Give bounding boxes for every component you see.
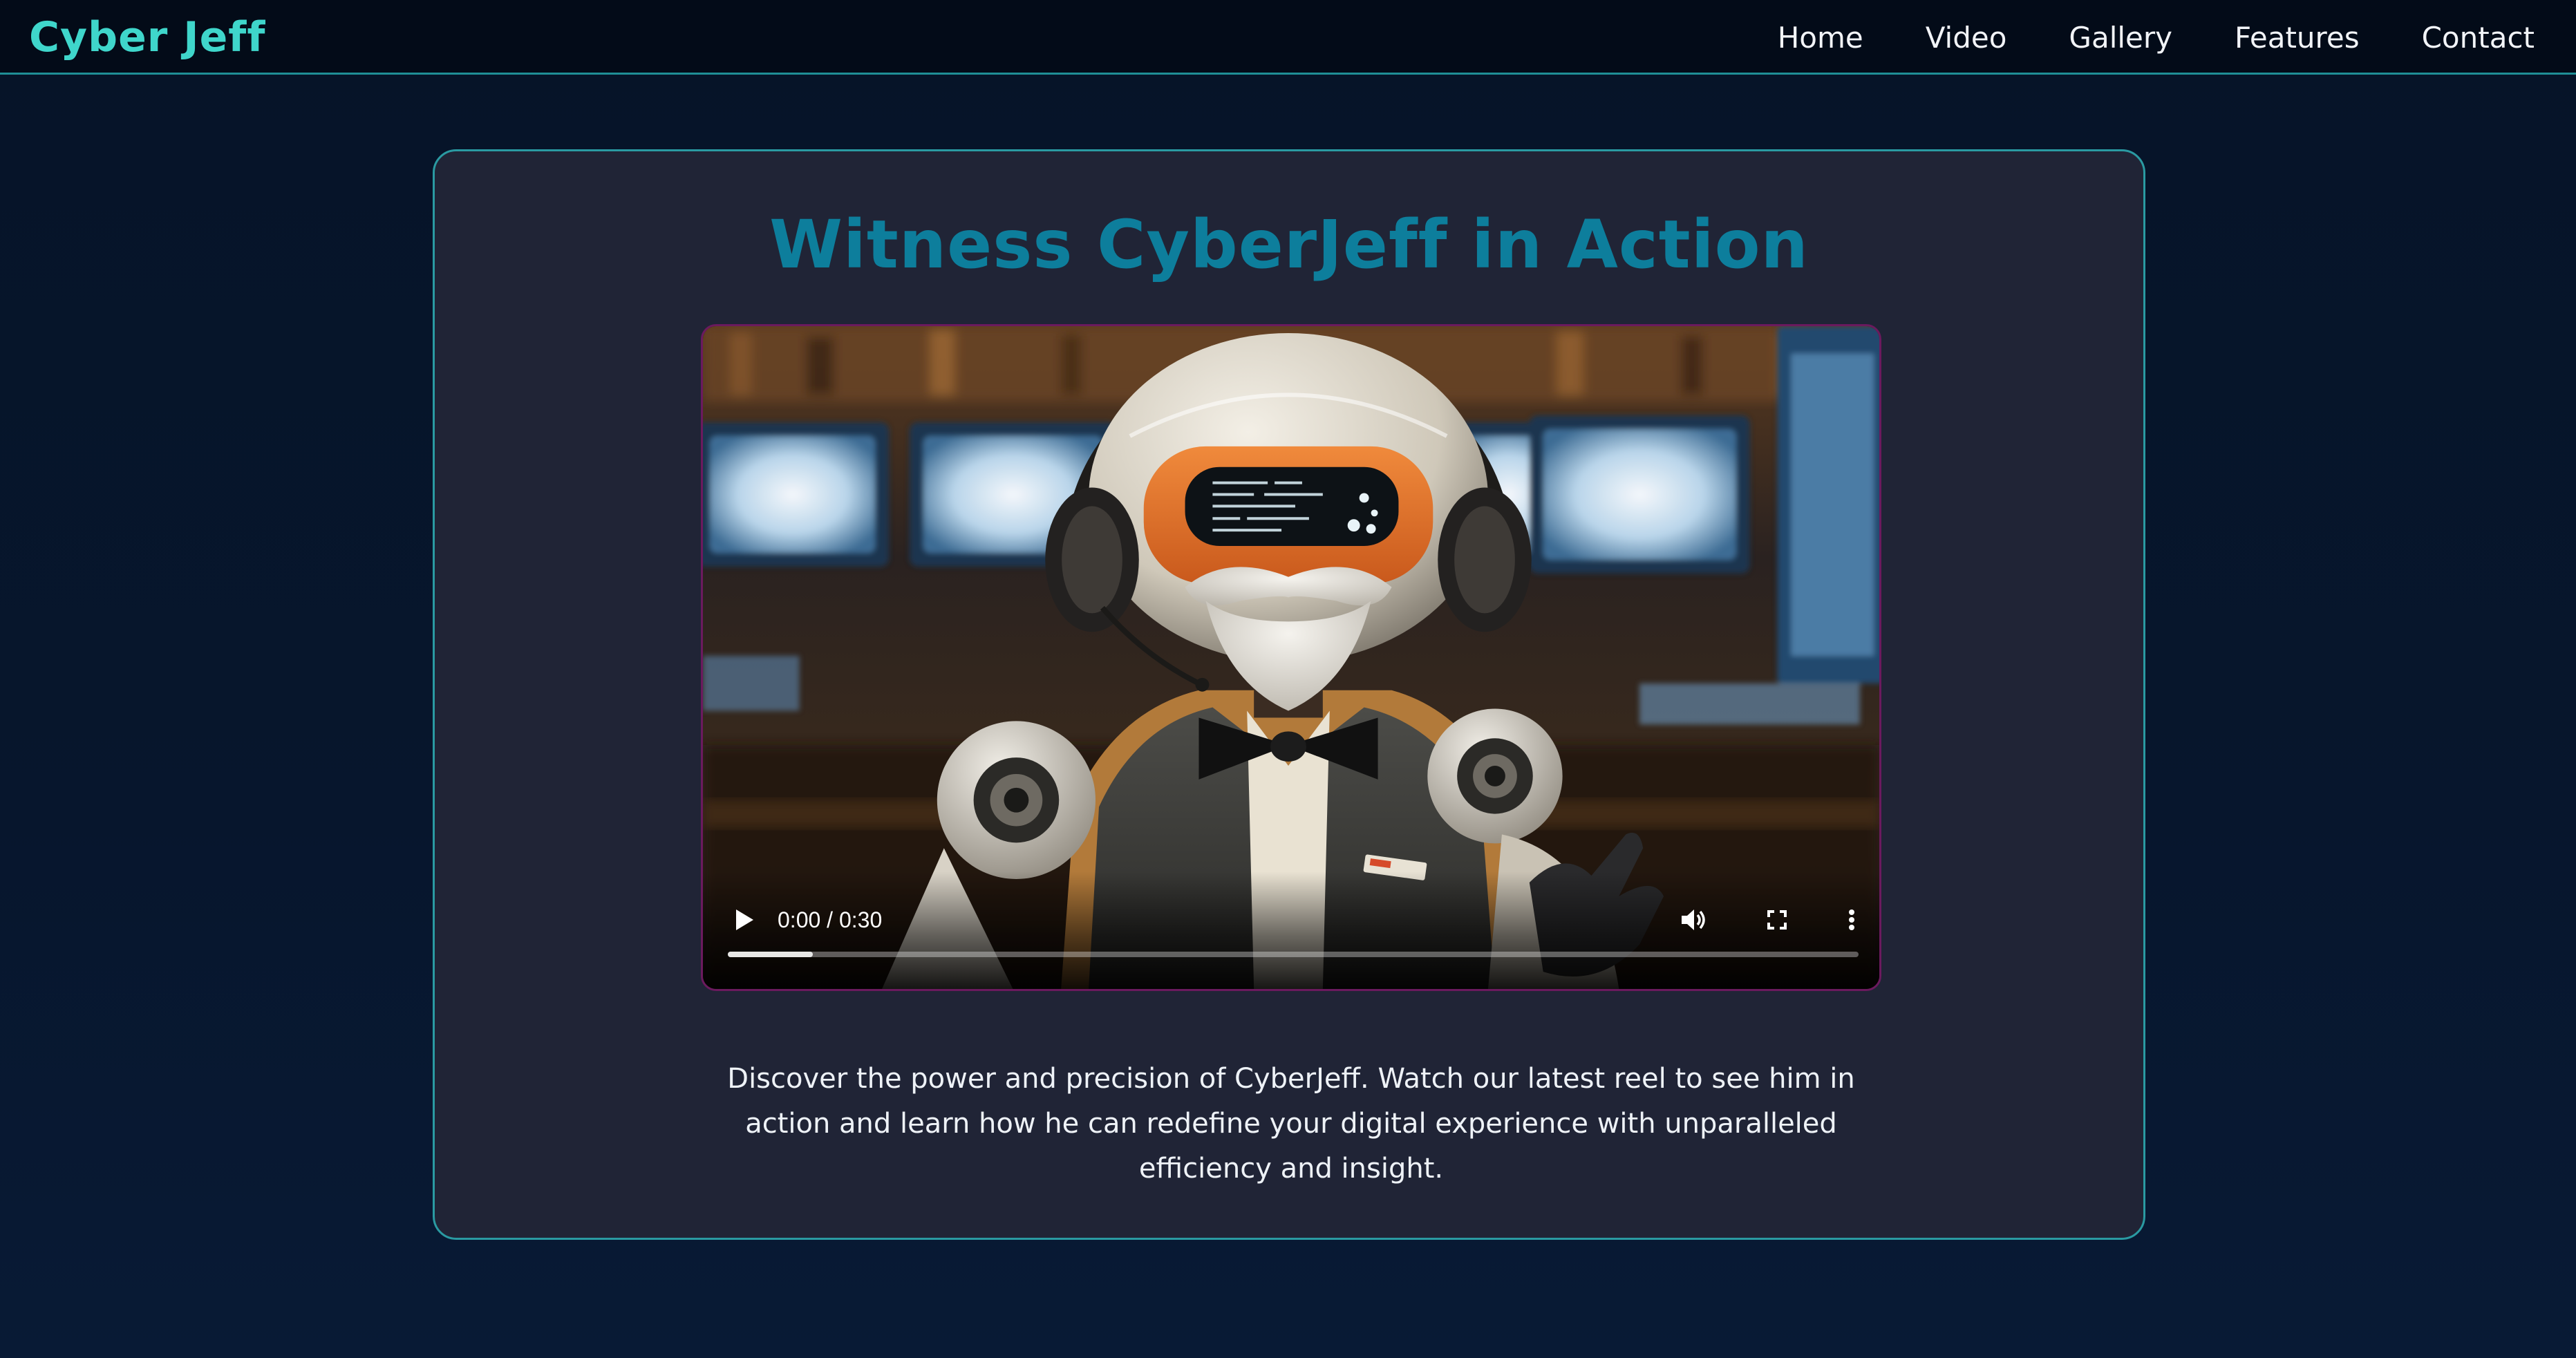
progress-buffered	[728, 952, 813, 957]
brand-logo[interactable]: Cyber Jeff	[29, 10, 266, 65]
nav-video[interactable]: Video	[1926, 15, 2007, 61]
time-display: 0:00 / 0:30	[778, 907, 883, 932]
nav-links: Home Video Gallery Features Contact	[1715, 15, 2535, 61]
nav-gallery[interactable]: Gallery	[2069, 15, 2172, 61]
volume-icon	[1682, 909, 1705, 930]
volume-button[interactable]	[1677, 905, 1708, 935]
fullscreen-button[interactable]	[1762, 905, 1792, 935]
fullscreen-icon	[1767, 910, 1787, 930]
video-section-card: Witness CyberJeff in Action 0:00 / 0:30 …	[433, 149, 2145, 1240]
more-vertical-icon	[1849, 909, 1854, 930]
section-title: Witness CyberJeff in Action	[769, 206, 1809, 283]
navbar: Cyber Jeff Home Video Gallery Features C…	[0, 0, 2576, 75]
nav-contact[interactable]: Contact	[2422, 15, 2535, 61]
more-options-button[interactable]	[1836, 905, 1867, 935]
progress-bar[interactable]	[728, 952, 1859, 957]
nav-home[interactable]: Home	[1778, 15, 1863, 61]
play-button[interactable]	[731, 906, 758, 934]
section-description: Discover the power and precision of Cybe…	[727, 1063, 1855, 1185]
nav-features[interactable]: Features	[2235, 15, 2360, 61]
video-player[interactable]: 0:00 / 0:30	[701, 324, 1881, 991]
play-icon	[736, 909, 753, 930]
